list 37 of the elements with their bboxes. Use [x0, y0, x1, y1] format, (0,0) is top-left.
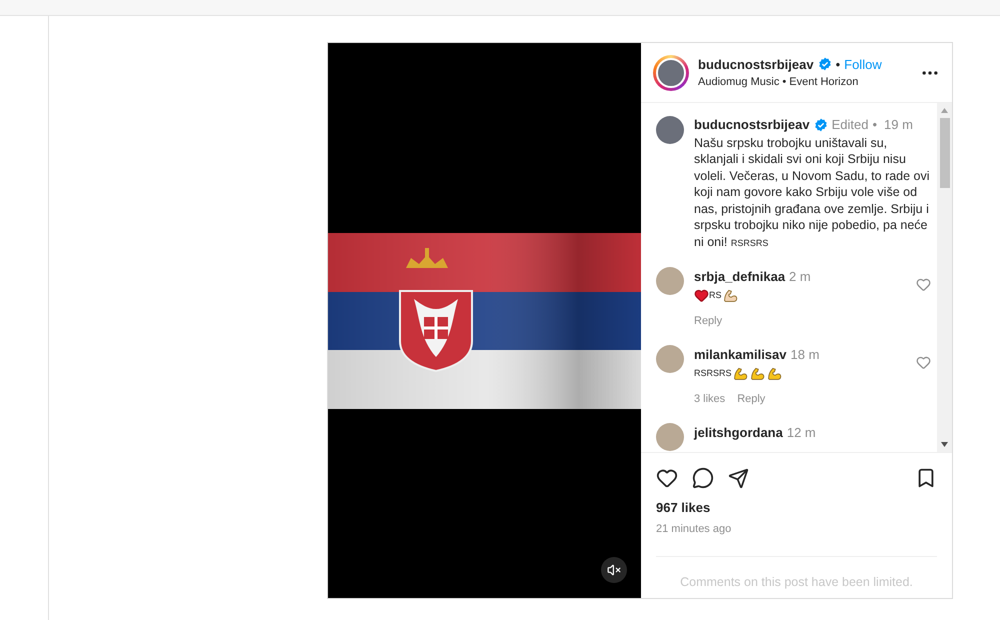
username[interactable]: jelitshgordana	[694, 423, 783, 442]
edited-label: Edited	[832, 116, 868, 134]
scrollbar[interactable]	[937, 103, 952, 452]
avatar	[656, 345, 684, 373]
flexed-arm-icon	[748, 365, 766, 382]
comment-text: RS	[709, 288, 722, 302]
avatar	[656, 116, 684, 144]
avatar	[656, 58, 686, 88]
avatar	[656, 267, 684, 295]
mute-button[interactable]	[601, 557, 627, 583]
flexed-arm-icon	[732, 365, 749, 382]
avatar	[656, 423, 684, 451]
timestamp: 19 m	[884, 116, 913, 134]
timestamp: 12 m	[786, 424, 816, 442]
username[interactable]: buducnostsrbijeav	[694, 115, 810, 134]
comment-text: RSRSRS	[694, 366, 732, 380]
separator: •	[872, 116, 878, 134]
comments-limited-notice: Comments on this post have been limited.	[680, 574, 913, 591]
timestamp: 18 m	[790, 346, 820, 364]
share-icon[interactable]	[728, 468, 749, 488]
timestamp: 2 m	[789, 268, 811, 286]
comment-icon[interactable]	[692, 467, 714, 489]
heart-emoji-icon	[694, 288, 709, 303]
username[interactable]: milankamilisav	[694, 345, 786, 364]
caption-text: Našu srpsku trobojku uništavali su, sklanjali i skidali svi oni koji Srbiju nisu voleli. Večeras, u Novom Sadu, to rade ovi koji nam govore kako Srbiju vole više od nas, pristojnih građana ove zemlje. Srbiju i srpsku trobojku niko nije pobedio, pa neće ni oni! RSRSRS	[694, 134, 931, 250]
post-time: 21 minutes ago	[656, 522, 732, 536]
username[interactable]: buducnostsrbijeav	[698, 54, 814, 74]
flexed-arm-icon	[766, 365, 783, 382]
scrollbar-thumb[interactable]	[940, 118, 950, 188]
like-icon[interactable]	[656, 467, 678, 489]
username[interactable]: srbja_defnikaa	[694, 267, 786, 286]
likes-count[interactable]: 967 likes	[656, 498, 937, 518]
audio-label[interactable]: Audiomug Music • Event Horizon	[698, 74, 882, 90]
scroll-down-icon[interactable]	[941, 442, 948, 447]
separator: •	[836, 56, 840, 74]
flexed-arm-icon	[722, 287, 739, 304]
avatar-ring[interactable]	[653, 54, 689, 90]
